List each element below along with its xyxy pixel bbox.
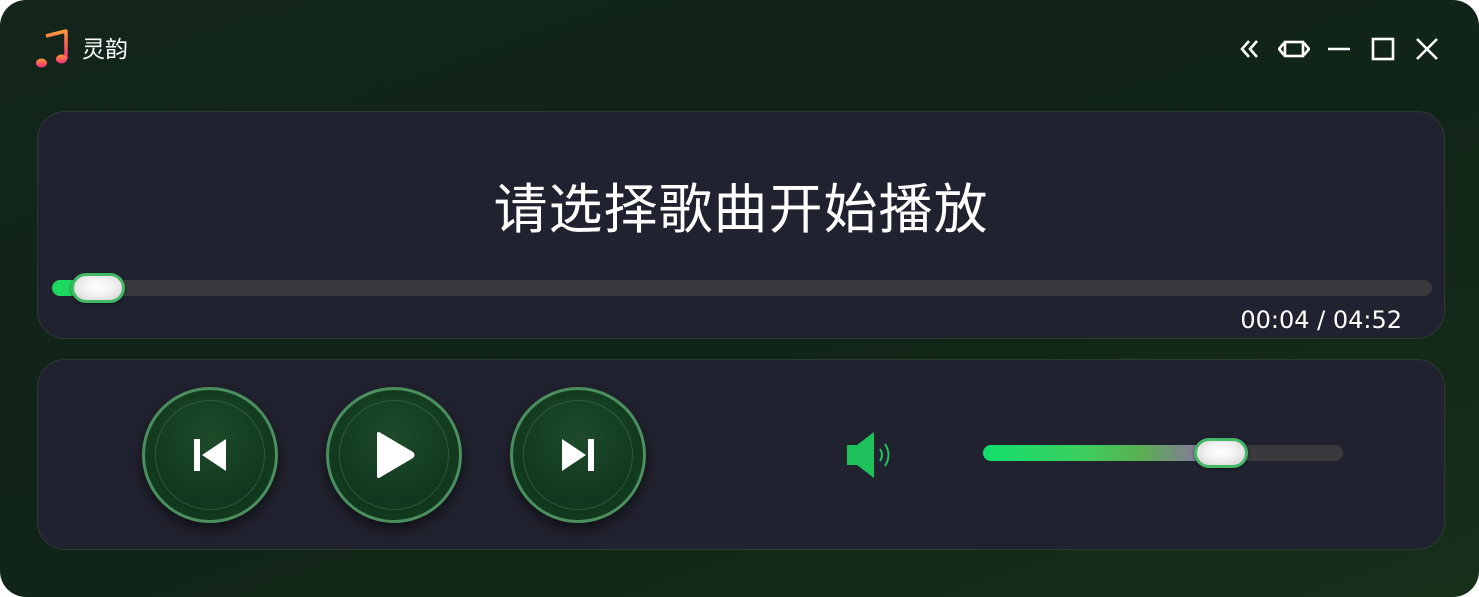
maximize-icon bbox=[1371, 37, 1395, 61]
skip-next-icon bbox=[562, 439, 594, 471]
music-note-icon bbox=[36, 29, 68, 68]
player-window: 灵韵 请选择歌曲开始播放 00:04 / 04:52 bbox=[0, 0, 1479, 597]
previous-button[interactable] bbox=[142, 387, 278, 523]
mini-mode-button[interactable] bbox=[1277, 32, 1311, 66]
minimize-button[interactable] bbox=[1322, 32, 1356, 66]
maximize-button[interactable] bbox=[1366, 32, 1400, 66]
collapse-button[interactable] bbox=[1232, 32, 1266, 66]
speaker-icon[interactable] bbox=[844, 428, 898, 482]
volume-fill bbox=[983, 445, 1225, 461]
next-button[interactable] bbox=[510, 387, 646, 523]
time-display: 00:04 / 04:52 bbox=[1240, 306, 1402, 334]
play-button[interactable] bbox=[326, 387, 462, 523]
double-chevron-left-icon bbox=[1240, 40, 1258, 58]
play-icon bbox=[377, 432, 415, 478]
progress-thumb[interactable] bbox=[71, 273, 125, 303]
song-title: 请选择歌曲开始播放 bbox=[493, 178, 989, 241]
volume-slider[interactable] bbox=[983, 438, 1343, 468]
close-icon bbox=[1416, 38, 1438, 60]
now-playing-panel: 请选择歌曲开始播放 00:04 / 04:52 bbox=[37, 111, 1445, 339]
minimize-icon bbox=[1328, 47, 1350, 51]
progress-bar[interactable] bbox=[52, 273, 1432, 303]
close-button[interactable] bbox=[1410, 32, 1444, 66]
volume-thumb[interactable] bbox=[1193, 438, 1248, 468]
expand-horizontal-icon bbox=[1278, 40, 1310, 58]
skip-previous-icon bbox=[194, 439, 226, 471]
controls-panel bbox=[37, 359, 1445, 550]
app-title: 灵韵 bbox=[82, 37, 128, 63]
